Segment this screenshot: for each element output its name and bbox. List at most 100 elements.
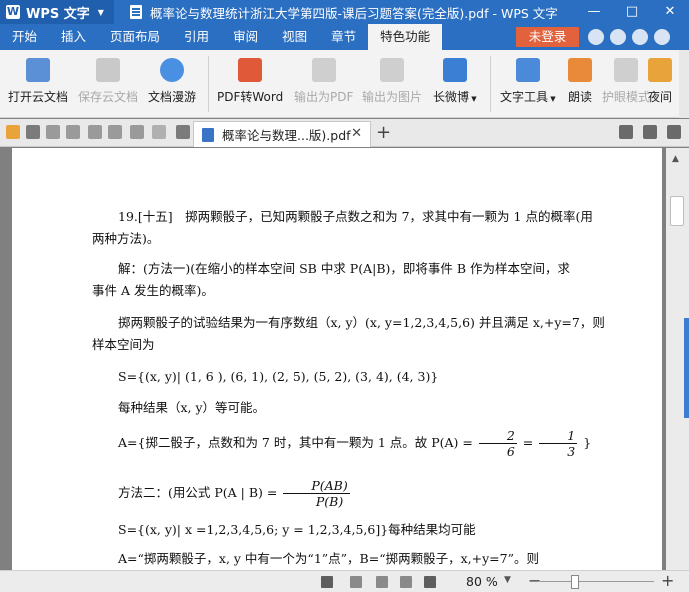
tab-view[interactable]: 视图	[270, 24, 319, 50]
undo-icon[interactable]	[130, 125, 144, 139]
zoom-slider-thumb[interactable]	[571, 575, 579, 589]
read-aloud-button[interactable]: 朗读	[568, 58, 592, 105]
tab-sections[interactable]: 章节	[319, 24, 368, 50]
method-two-line: 方法二：(用公式 P(A | B) = P(AB) P(B)	[118, 478, 350, 509]
problem-line-2: 两种方法)。	[92, 231, 160, 246]
restore-icon[interactable]	[619, 125, 633, 139]
page-view-icon[interactable]	[350, 576, 362, 588]
long-weibo-button[interactable]: 长微博 ▼	[433, 58, 477, 105]
close-tab-icon[interactable]: ✕	[351, 126, 362, 141]
equally-likely: 每种结果（x, y）等可能。	[118, 400, 266, 415]
tab-home[interactable]: 开始	[0, 24, 49, 50]
sample-line-1: 掷两颗骰子的试验结果为一有序数组（x, y）(x, y=1,2,3,4,5,6)…	[118, 315, 605, 330]
menu-bar: 开始 插入 页面布局 引用 审阅 视图 章节 特色功能 未登录	[0, 24, 689, 50]
export-icon[interactable]	[46, 125, 60, 139]
ribbon-divider	[208, 56, 209, 112]
ribbon-divider	[490, 56, 491, 112]
fraction-1-3: 13	[539, 428, 578, 459]
app-menu-button[interactable]: W WPS 文字 ▼	[0, 0, 114, 24]
document-tab[interactable]: 概率论与数理...版).pdf ✕	[193, 121, 371, 147]
minimize-button[interactable]: —	[575, 0, 613, 24]
zoom-level[interactable]: 80 %	[466, 574, 498, 589]
ribbon-scroll[interactable]	[679, 50, 689, 118]
night-mode-button[interactable]: 夜间	[648, 58, 672, 105]
chevron-down-icon: ▼	[97, 7, 104, 17]
tab-references[interactable]: 引用	[172, 24, 221, 50]
conditional-prob-formula: P(AB) P(B)	[283, 478, 350, 509]
eye-care-button[interactable]: 护眼模式	[602, 58, 650, 105]
tab-insert[interactable]: 插入	[49, 24, 98, 50]
window-controls: — □ ✕	[575, 0, 689, 24]
method-two-events: A=“掷两颗骰子，x, y 中有一个为“1”点”，B=“掷两颗骰子，x,+y=7…	[118, 551, 539, 566]
weibo-icon	[442, 58, 467, 82]
method-two-sample-space: S={(x, y)| x =1,2,3,4,5,6; y = 1,2,3,4,5…	[118, 522, 476, 537]
login-button[interactable]: 未登录	[516, 27, 579, 47]
web-view-icon[interactable]	[376, 576, 388, 588]
eye-care-icon	[614, 58, 638, 82]
document-page[interactable]: 19.[十五] 掷两颗骰子，已知两颗骰子点数之和为 7，求其中有一颗为 1 点的…	[12, 148, 662, 570]
tab-right-icons	[619, 125, 681, 139]
sample-line-2: 样本空间为	[92, 337, 155, 352]
page-icon[interactable]	[108, 125, 122, 139]
reading-mode-icon[interactable]	[424, 576, 436, 588]
window-mode-icon[interactable]	[643, 125, 657, 139]
pdf-to-word-icon	[238, 58, 263, 82]
pdf-file-icon	[202, 127, 214, 142]
save-cloud-doc-button[interactable]: 保存云文档	[78, 58, 138, 105]
document-area: 19.[十五] 掷两颗骰子，已知两颗骰子点数之和为 7，求其中有一颗为 1 点的…	[0, 148, 689, 570]
feedback-icon[interactable]	[610, 29, 626, 45]
export-pdf-button[interactable]: 输出为PDF	[294, 58, 353, 105]
print-preview-icon[interactable]	[88, 125, 102, 139]
app-name: WPS 文字	[26, 6, 90, 22]
skin-icon[interactable]	[588, 29, 604, 45]
close-button[interactable]: ✕	[651, 0, 689, 24]
save-icon[interactable]	[26, 125, 40, 139]
cloud-roam-icon	[160, 58, 184, 82]
export-image-button[interactable]: 输出为图片	[362, 58, 422, 105]
side-panel-toggle[interactable]	[684, 318, 689, 418]
redo-icon[interactable]	[152, 125, 166, 139]
event-a-line: A={掷二骰子，点数和为 7 时，其中有一颗为 1 点。故 P(A) = 26 …	[118, 428, 592, 459]
scroll-thumb[interactable]	[670, 196, 684, 226]
ribbon-toolbar: 打开云文档 保存云文档 文档漫游 PDF转Word 输出为PDF 输出为图片 长…	[0, 50, 689, 118]
tab-review[interactable]: 审阅	[221, 24, 270, 50]
fraction-2-6: 26	[478, 428, 517, 459]
zoom-slider-track[interactable]	[540, 581, 654, 582]
close-doc-icon[interactable]	[667, 125, 681, 139]
outline-view-icon[interactable]	[400, 576, 412, 588]
sample-space: S={(x, y)| (1, 6 ), (6, 1), (2, 5), (5, …	[118, 369, 439, 384]
cloud-open-icon	[26, 58, 50, 82]
tab-page-layout[interactable]: 页面布局	[98, 24, 172, 50]
open-cloud-doc-button[interactable]: 打开云文档	[8, 58, 68, 105]
chevron-down-icon[interactable]: ▼	[504, 575, 511, 585]
export-pdf-icon	[311, 58, 336, 82]
zoom-in-button[interactable]: +	[661, 571, 674, 590]
tab-special-features[interactable]: 特色功能	[368, 24, 443, 50]
export-image-icon	[380, 58, 404, 82]
solution-line-2: 事件 A 发生的概率)。	[92, 283, 214, 298]
scroll-up-icon[interactable]: ▲	[672, 154, 679, 164]
document-icon	[130, 5, 142, 19]
solution-line-1: 解：(方法一)(在缩小的样本空间 SB 中求 P(A|B)，即将事件 B 作为样…	[118, 261, 571, 276]
maximize-button[interactable]: □	[613, 0, 651, 24]
fit-page-icon[interactable]	[321, 576, 333, 588]
menu-right-icons	[588, 29, 670, 45]
chevron-down-icon[interactable]	[176, 125, 190, 139]
document-title-text: 概率论与数理统计浙江大学第四版-课后习题答案(完全版).pdf - WPS 文字	[150, 5, 558, 21]
cloud-save-icon	[96, 58, 120, 82]
text-tools-button[interactable]: 文字工具 ▼	[500, 58, 556, 105]
doc-roaming-button[interactable]: 文档漫游	[148, 58, 196, 105]
new-tab-icon[interactable]: +	[376, 122, 391, 143]
quick-access-toolbar: 概率论与数理...版).pdf ✕ +	[0, 119, 689, 147]
wps-logo-icon: W	[6, 5, 20, 19]
print-icon[interactable]	[66, 125, 80, 139]
shirt-icon[interactable]	[632, 29, 648, 45]
status-bar: 80 % ▼ − +	[0, 570, 689, 592]
read-aloud-icon	[568, 58, 592, 82]
open-folder-icon[interactable]	[6, 125, 20, 139]
help-icon[interactable]	[654, 29, 670, 45]
title-bar: W WPS 文字 ▼ 概率论与数理统计浙江大学第四版-课后习题答案(完全版).p…	[0, 0, 689, 24]
pdf-to-word-button[interactable]: PDF转Word	[217, 58, 283, 105]
problem-line-1: 19.[十五] 掷两颗骰子，已知两颗骰子点数之和为 7，求其中有一颗为 1 点的…	[118, 209, 593, 224]
document-title: 概率论与数理统计浙江大学第四版-课后习题答案(完全版).pdf - WPS 文字	[130, 3, 558, 22]
